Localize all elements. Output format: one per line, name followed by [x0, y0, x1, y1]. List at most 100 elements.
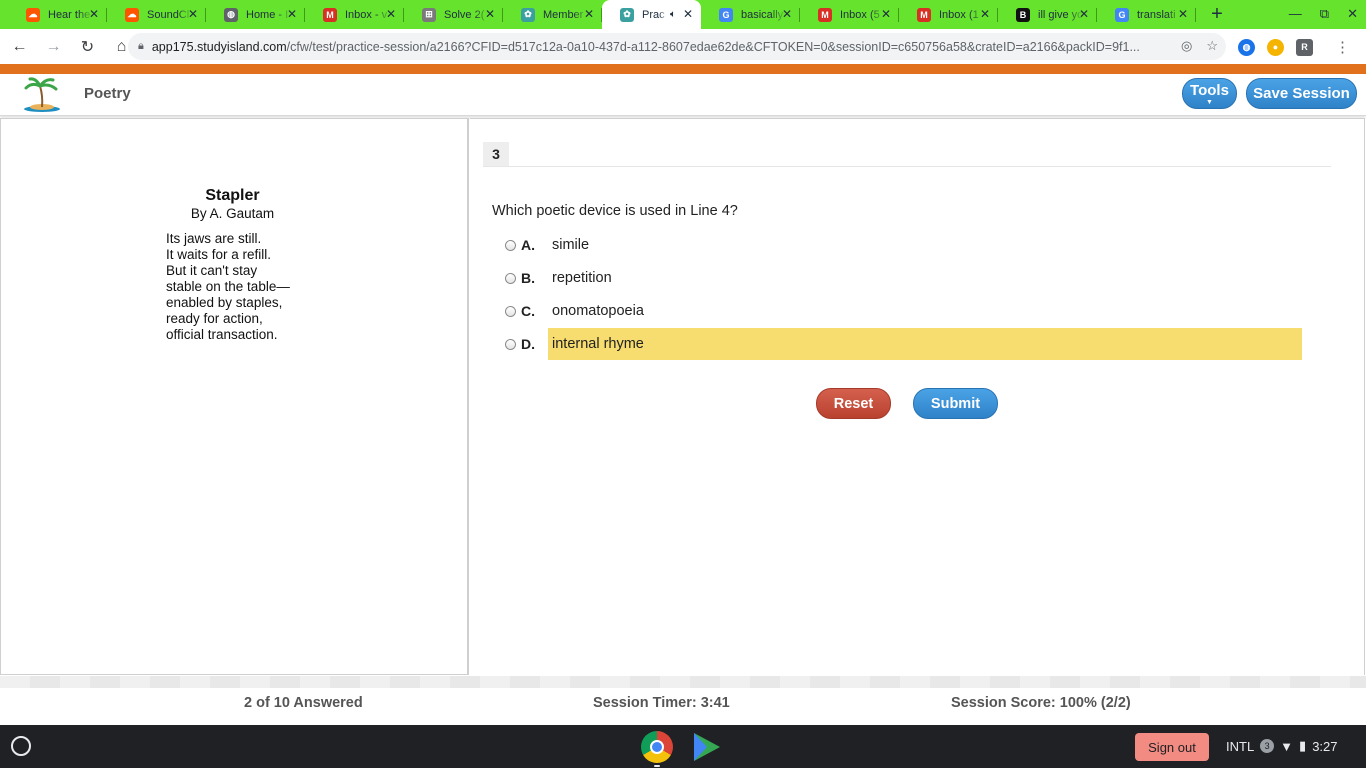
window-controls: — ⧉ ✕ — [1289, 6, 1358, 22]
gmail-icon: M — [323, 7, 337, 22]
soundcloud-icon: ☁ — [26, 7, 40, 22]
browser-tab[interactable]: ⊞ Solve 2(✕ — [404, 0, 503, 29]
tools-button[interactable]: Tools ▼ — [1182, 78, 1237, 109]
close-tab-icon[interactable]: ✕ — [188, 7, 198, 21]
browser-tab[interactable]: ✿ Prac 🔈︎ ✕ — [602, 0, 701, 29]
close-tab-icon[interactable]: ✕ — [980, 7, 990, 21]
close-tab-icon[interactable]: ✕ — [1079, 7, 1089, 21]
browser-toolbar: ← → ↻ ⌂ 🔒︎ app175.studyisland.com/cfw/te… — [0, 29, 1366, 64]
tab-title: Home - I — [246, 8, 289, 21]
studyisland-icon: ✿ — [521, 7, 535, 22]
browser-tab[interactable]: Gtranslati ✕ — [1097, 0, 1196, 29]
browser-tab[interactable]: M Inbox - v ✕ — [305, 0, 404, 29]
launcher-icon[interactable] — [11, 736, 31, 756]
brand-bar — [0, 64, 1366, 74]
location-icon[interactable]: ◎ — [1181, 38, 1192, 54]
gmail-icon: M — [818, 7, 832, 22]
sign-out-button[interactable]: Sign out — [1135, 733, 1209, 761]
browser-tab[interactable]: ✿ Member ✕ — [503, 0, 602, 29]
session-timer: Session Timer: 3:41 — [593, 695, 730, 711]
question-pane: 3 Which poetic device is used in Line 4?… — [470, 118, 1365, 675]
choice-text[interactable]: simile — [548, 229, 1302, 261]
session-status-bar: 2 of 10 Answered Session Timer: 3:41 Ses… — [0, 688, 1366, 725]
os-shelf: Sign out INTL 3 ▼ ▮ 3:27 — [0, 725, 1366, 768]
url-text: app175.studyisland.com/cfw/test/practice… — [152, 40, 1157, 54]
play-store-icon[interactable] — [694, 733, 720, 761]
tab-title: Inbox (5 — [840, 8, 880, 21]
system-tray[interactable]: INTL 3 ▼ ▮ 3:27 — [1226, 738, 1338, 754]
browser-tab[interactable]: ☁ SoundCl ✕ — [107, 0, 206, 29]
new-tab-button[interactable]: + — [1202, 0, 1232, 29]
close-tab-icon[interactable]: ✕ — [683, 7, 693, 21]
extension-r-icon[interactable]: R — [1296, 38, 1313, 56]
browser-tab[interactable]: ◍ Home - I ✕ — [206, 0, 305, 29]
poem-author: By A. Gautam — [190, 206, 275, 221]
close-tab-icon[interactable]: ✕ — [485, 7, 495, 21]
address-bar[interactable]: 🔒︎ app175.studyisland.com/cfw/test/pract… — [128, 33, 1226, 60]
browser-tab[interactable]: Gbasically ✕ — [701, 0, 800, 29]
answer-choice-d[interactable]: D. internal rhyme — [504, 328, 1302, 360]
browser-tab[interactable]: M Inbox (1 ✕ — [899, 0, 998, 29]
save-session-button[interactable]: Save Session — [1246, 78, 1357, 109]
poem-title: Stapler — [205, 187, 260, 204]
tab-title: basically — [741, 8, 784, 21]
choice-letter: B. — [521, 270, 535, 286]
bookmark-star-icon[interactable]: ☆ — [1206, 38, 1218, 54]
audio-playing-icon[interactable]: 🔈︎ — [670, 9, 676, 20]
reset-button[interactable]: Reset — [816, 388, 891, 419]
subject-title: Poetry — [84, 85, 131, 102]
question-prompt: Which poetic device is used in Line 4? — [492, 203, 738, 219]
google-icon: G — [719, 7, 733, 22]
close-tab-icon[interactable]: ✕ — [287, 7, 297, 21]
radio-button-a[interactable] — [505, 239, 516, 251]
tab-title: Member — [543, 8, 584, 21]
forward-icon[interactable]: → — [39, 32, 68, 61]
restore-icon[interactable]: ⧉ — [1320, 6, 1329, 22]
caret-down-icon: ▼ — [1206, 99, 1213, 106]
tab-list: ☁ Hear the ✕ ☁ SoundCl ✕ ◍ Home - I ✕ M Inbox - v ✕… — [8, 0, 1196, 29]
choice-text[interactable]: repetition — [548, 262, 1302, 294]
browser-tab[interactable]: ☁ Hear the ✕ — [8, 0, 107, 29]
close-tab-icon[interactable]: ✕ — [1178, 7, 1188, 21]
choice-text[interactable]: onomatopoeia — [548, 295, 1302, 327]
running-indicator — [654, 765, 660, 767]
browser-tab[interactable]: Bill give yo ✕ — [998, 0, 1097, 29]
brainly-icon: B — [1016, 7, 1030, 22]
extension-coin-icon[interactable]: ● — [1267, 38, 1284, 56]
tab-title: Solve 2( — [444, 8, 485, 21]
choice-letter: A. — [521, 237, 535, 253]
submit-button[interactable]: Submit — [913, 388, 998, 419]
session-score: Session Score: 100% (2/2) — [951, 695, 1131, 711]
radio-button-c[interactable] — [505, 305, 516, 317]
browser-menu-icon[interactable]: ⋮ — [1335, 38, 1350, 56]
answer-choice-a[interactable]: A. simile — [504, 229, 1302, 261]
extension-globe-icon[interactable]: ◍ — [1238, 38, 1255, 56]
divider — [483, 166, 1331, 167]
globe-icon: ◍ — [224, 7, 238, 22]
close-tab-icon[interactable]: ✕ — [584, 7, 594, 21]
minimize-icon[interactable]: — — [1289, 6, 1302, 22]
reload-icon[interactable]: ↻ — [73, 32, 102, 61]
browser-tab[interactable]: M Inbox (5 ✕ — [800, 0, 899, 29]
close-tab-icon[interactable]: ✕ — [881, 7, 891, 21]
close-tab-icon[interactable]: ✕ — [782, 7, 792, 21]
poem-line: Its jaws are still. — [166, 231, 262, 246]
close-tab-icon[interactable]: ✕ — [386, 7, 396, 21]
poem-line: official transaction. — [166, 327, 278, 342]
tab-title: Hear the — [48, 8, 91, 21]
status-bar-pattern — [0, 676, 1366, 688]
close-window-icon[interactable]: ✕ — [1347, 6, 1358, 22]
google-icon: G — [1115, 7, 1129, 22]
answer-choice-c[interactable]: C. onomatopoeia — [504, 295, 1302, 327]
studyisland-logo-icon[interactable] — [22, 76, 62, 112]
radio-button-d[interactable] — [505, 338, 516, 350]
poem-line: enabled by staples, — [166, 295, 283, 310]
poem-line: ready for action, — [166, 311, 263, 326]
back-icon[interactable]: ← — [5, 32, 34, 61]
radio-button-b[interactable] — [505, 272, 516, 284]
choice-text[interactable]: internal rhyme — [548, 328, 1302, 360]
chrome-app-icon[interactable] — [641, 731, 673, 763]
notification-badge: 3 — [1260, 739, 1275, 753]
close-tab-icon[interactable]: ✕ — [89, 7, 99, 21]
answer-choice-b[interactable]: B. repetition — [504, 262, 1302, 294]
